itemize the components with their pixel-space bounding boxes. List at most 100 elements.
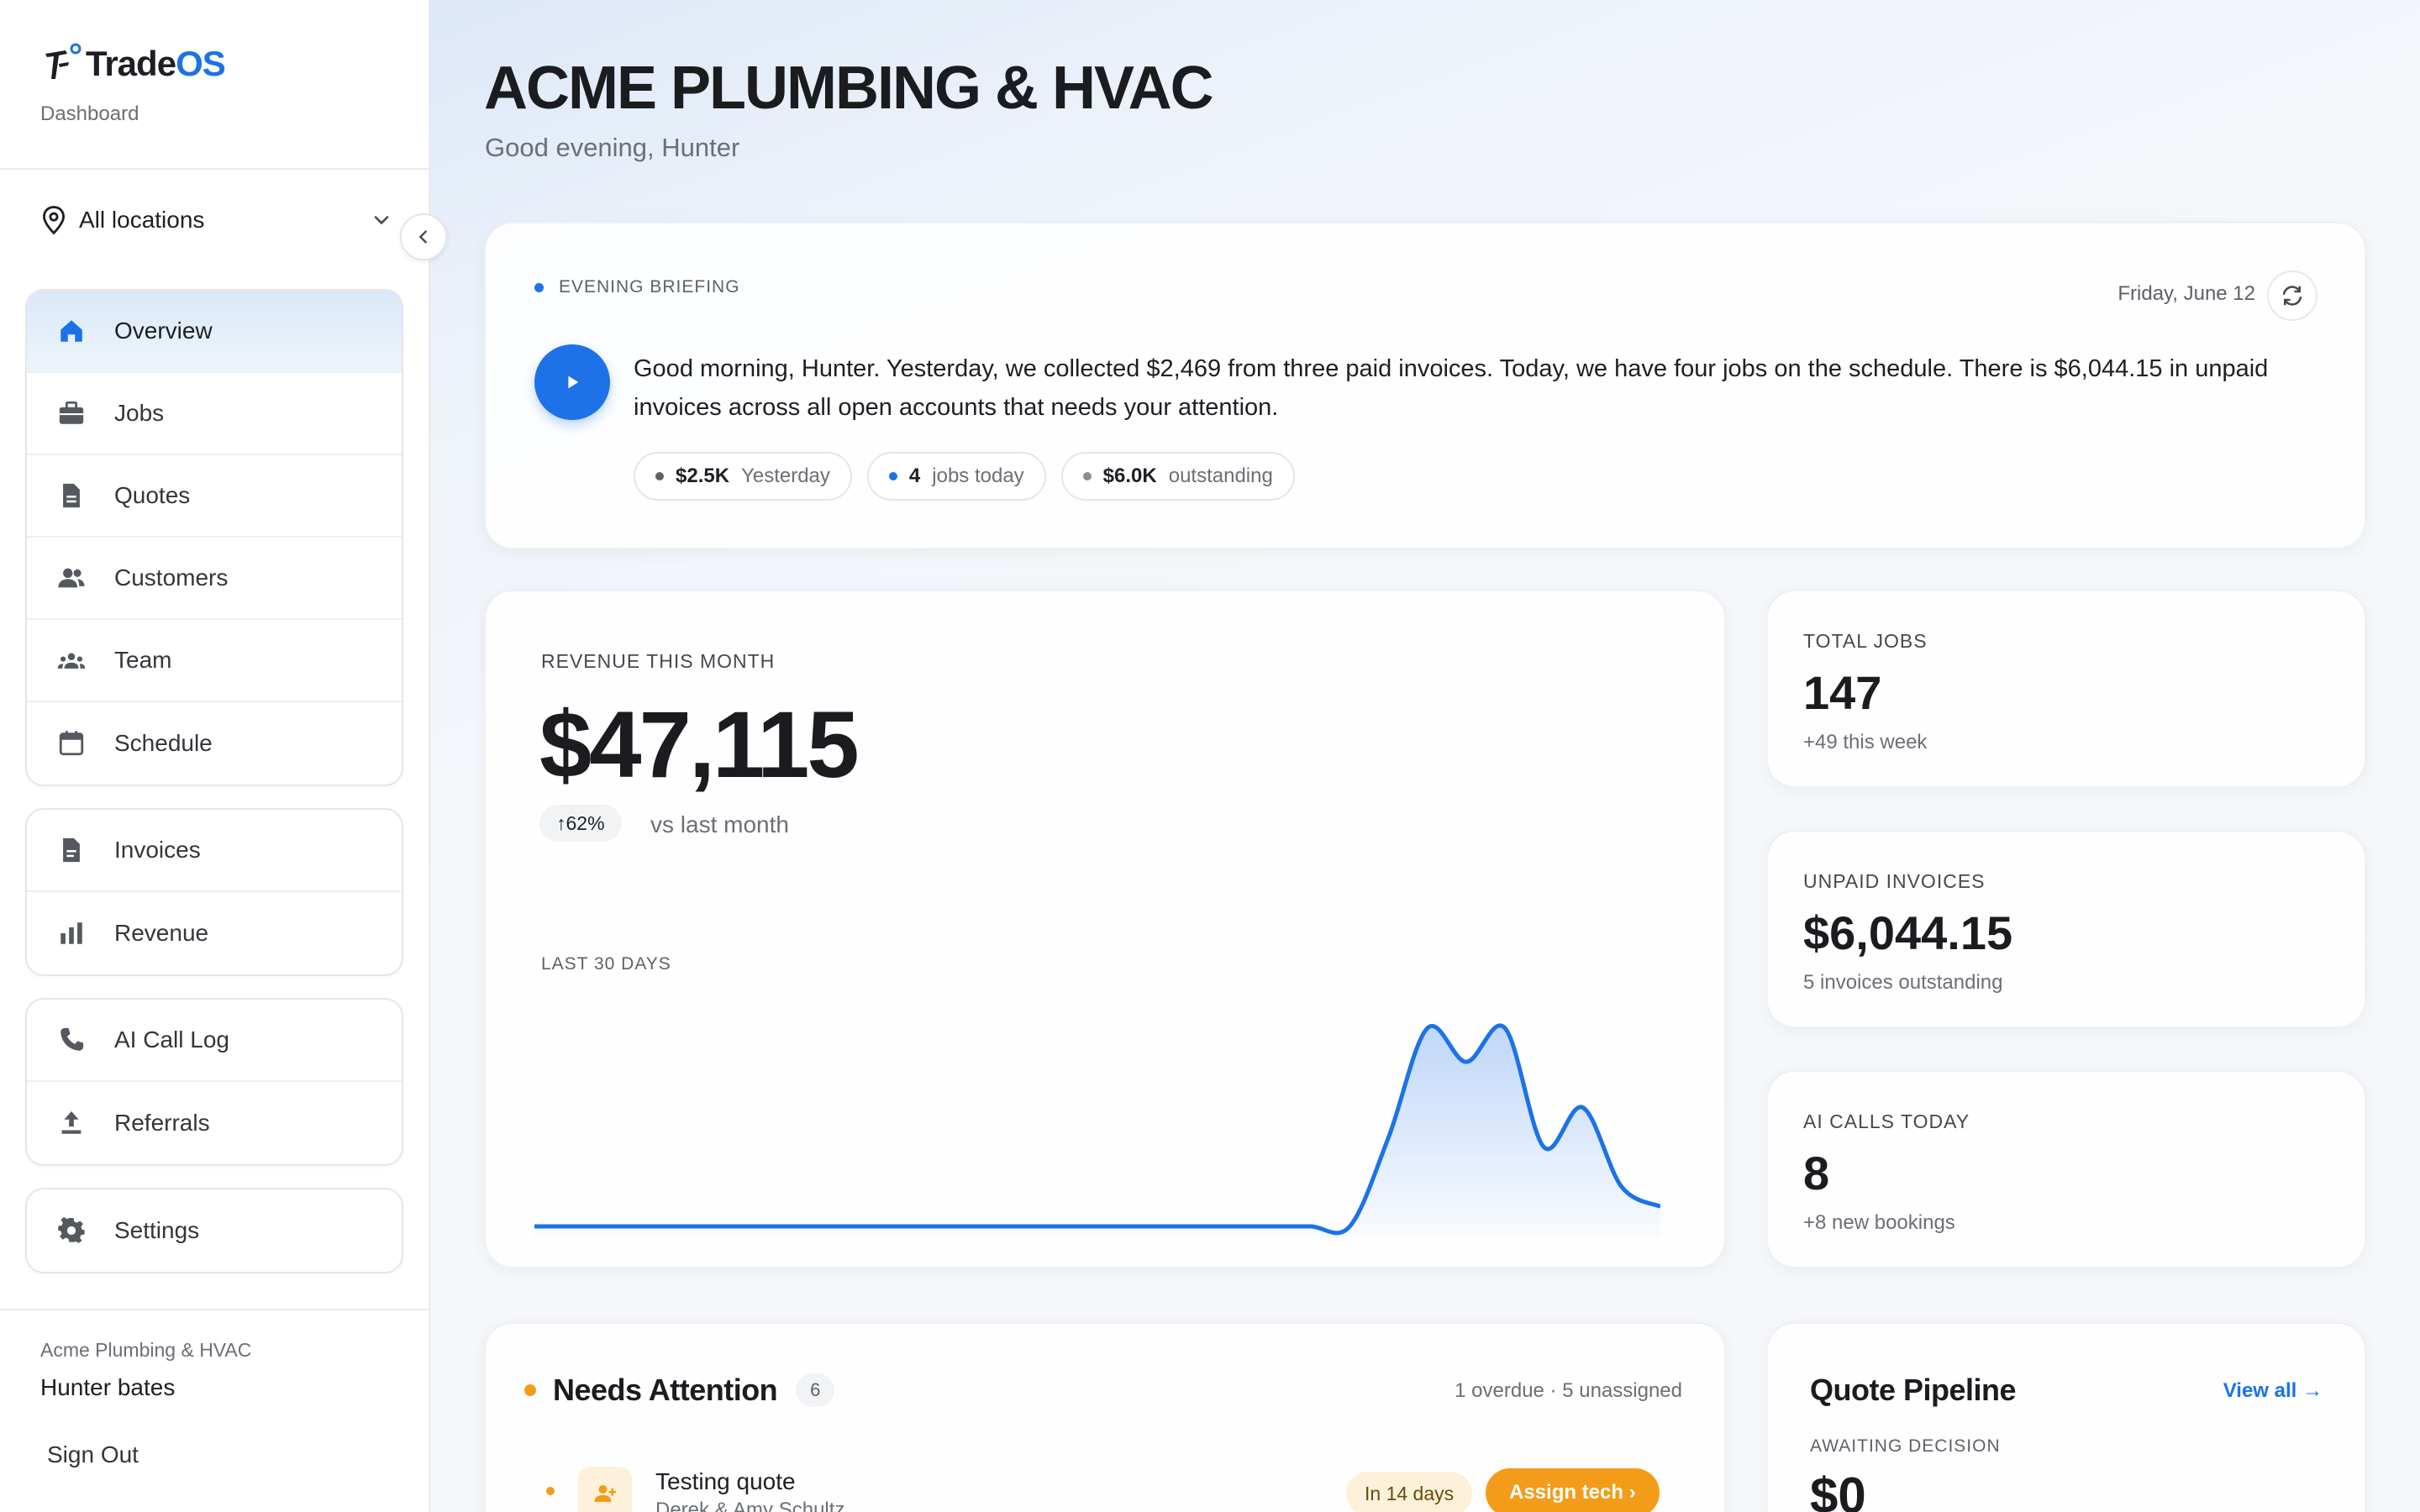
sidebar-item-label: Schedule — [114, 730, 213, 756]
pipeline-value: $0 — [1810, 1467, 1866, 1512]
briefcase-icon — [57, 399, 86, 428]
chip-dot — [655, 472, 664, 480]
stat-value: 8 — [1803, 1147, 1830, 1200]
sidebar-item-label: Overview — [114, 318, 213, 344]
stat-subtext: 5 invoices outstanding — [1803, 971, 2003, 994]
play-icon — [568, 375, 579, 389]
chip-yesterday[interactable]: $2.5K Yesterday — [634, 452, 852, 501]
status-dot — [546, 1487, 555, 1495]
pipeline-label: AWAITING DECISION — [1810, 1436, 2001, 1456]
sidebar-item-label: Settings — [114, 1217, 200, 1243]
divider — [0, 168, 430, 170]
section-title: Quote Pipeline — [1810, 1373, 2017, 1407]
refresh-icon — [2282, 286, 2302, 306]
stat-value: 147 — [1803, 666, 1882, 719]
sidebar-item-label: Invoices — [114, 837, 201, 863]
chevron-left-icon — [418, 230, 427, 244]
sidebar-item-label: Referrals — [114, 1110, 210, 1136]
play-briefing-button[interactable] — [534, 344, 610, 420]
sidebar-item-settings[interactable]: Settings — [27, 1189, 402, 1272]
item-subtitle: Derek & Amy Schultz — [655, 1499, 845, 1512]
gear-icon — [57, 1216, 86, 1245]
sidebar-item-revenue[interactable]: Revenue — [27, 892, 402, 974]
page-title: ACME PLUMBING & HVAC — [484, 55, 1214, 122]
chip-outstanding[interactable]: $6.0K outstanding — [1060, 452, 1295, 501]
nav-group-main: Overview Jobs Quotes Customers Team Sche… — [25, 289, 403, 786]
nav-group-finance: Invoices Revenue — [25, 808, 403, 976]
section-title: Needs Attention — [553, 1373, 778, 1407]
phone-icon — [57, 1026, 86, 1054]
sidebar-item-customers[interactable]: Customers — [27, 538, 402, 620]
revenue-card: REVENUE THIS MONTH $47,115 ↑62% vs last … — [484, 590, 1726, 1268]
sign-out-link[interactable]: Sign Out — [47, 1441, 139, 1468]
needs-attention-card: Needs Attention 6 1 overdue · 5 unassign… — [484, 1322, 1726, 1512]
team-icon — [57, 646, 86, 675]
chip-jobs-today[interactable]: 4 jobs today — [866, 452, 1046, 501]
status-dot — [534, 282, 544, 292]
sidebar-item-team[interactable]: Team — [27, 620, 402, 702]
chart-area — [534, 1025, 1660, 1238]
attention-summary: 1 overdue · 5 unassigned — [1455, 1379, 1682, 1402]
stat-card-total-jobs[interactable]: TOTAL JOBS 147 +49 this week — [1766, 590, 2366, 788]
briefing-date: Friday, June 12 — [2118, 282, 2255, 305]
brand-logo[interactable]: TradeOS — [40, 42, 226, 86]
sidebar-item-invoices[interactable]: Invoices — [27, 810, 402, 892]
sidebar-item-overview[interactable]: Overview — [27, 291, 402, 373]
sidebar-item-label: Customers — [114, 564, 229, 591]
stat-subtext: +8 new bookings — [1803, 1211, 1955, 1234]
location-selector[interactable]: All locations — [40, 202, 393, 239]
collapse-sidebar-button[interactable] — [400, 213, 447, 260]
view-all-link[interactable]: View all → — [2223, 1379, 2323, 1403]
sidebar-item-label: Jobs — [114, 400, 165, 426]
due-badge: In 14 days — [1346, 1472, 1473, 1512]
warning-dot — [524, 1384, 536, 1396]
add-user-icon — [578, 1467, 632, 1512]
stat-card-unpaid-invoices[interactable]: UNPAID INVOICES $6,044.15 5 invoices out… — [1766, 830, 2366, 1028]
nav-group-tools: AI Call Log Referrals — [25, 998, 403, 1166]
stat-value: $6,044.15 — [1803, 906, 2013, 959]
nav-group-settings: Settings — [25, 1188, 403, 1273]
chart-label: LAST 30 DAYS — [541, 954, 671, 974]
sidebar-item-label: Team — [114, 647, 172, 673]
revenue-label: REVENUE THIS MONTH — [541, 650, 776, 672]
count-badge: 6 — [796, 1373, 835, 1407]
brand-name: TradeOS — [86, 44, 226, 83]
sidebar-item-jobs[interactable]: Jobs — [27, 373, 402, 455]
location-label: All locations — [79, 207, 205, 233]
sidebar: TradeOS Dashboard All locations Overview… — [0, 0, 430, 1512]
sidebar-item-referrals[interactable]: Referrals — [27, 1082, 402, 1164]
refresh-button[interactable] — [2267, 270, 2317, 321]
chip-dot — [888, 472, 897, 480]
stat-subtext: +49 this week — [1803, 731, 1928, 753]
chip-dot — [1082, 472, 1092, 480]
brand-section-label: Dashboard — [40, 102, 139, 125]
assign-tech-button[interactable]: Assign tech › — [1486, 1468, 1660, 1512]
briefing-chips: $2.5K Yesterday 4 jobs today $6.0K outstand… — [634, 452, 1295, 501]
divider — [0, 1309, 430, 1310]
map-pin-icon — [43, 206, 65, 235]
upload-icon — [57, 1109, 86, 1137]
revenue-value: $47,115 — [539, 692, 860, 797]
revenue-change-badge: ↑62% — [539, 805, 622, 842]
sidebar-item-quotes[interactable]: Quotes — [27, 455, 402, 538]
calendar-icon — [57, 729, 86, 758]
document-icon — [57, 481, 86, 510]
invoice-icon — [57, 836, 86, 864]
revenue-change-label: vs last month — [650, 811, 789, 837]
sidebar-item-label: AI Call Log — [114, 1026, 229, 1053]
users-icon — [57, 564, 86, 592]
chevron-down-icon — [374, 216, 389, 225]
list-item[interactable]: Testing quote Derek & Amy Schultz In 14 … — [546, 1462, 1664, 1512]
quote-pipeline-card: Quote Pipeline View all → AWAITING DECIS… — [1766, 1322, 2366, 1512]
sidebar-item-label: Quotes — [114, 482, 191, 508]
sidebar-item-ai-call-log[interactable]: AI Call Log — [27, 1000, 402, 1082]
stat-label: TOTAL JOBS — [1803, 630, 1928, 652]
stat-label: AI CALLS TODAY — [1803, 1110, 1970, 1132]
sidebar-item-schedule[interactable]: Schedule — [27, 702, 402, 785]
stat-card-ai-calls[interactable]: AI CALLS TODAY 8 +8 new bookings — [1766, 1070, 2366, 1268]
user-name: Hunter bates — [40, 1374, 176, 1400]
sidebar-item-label: Revenue — [114, 920, 209, 946]
item-title: Testing quote — [655, 1468, 796, 1494]
briefing-card: EVENING BRIEFING Friday, June 12 Good mo… — [484, 222, 2366, 549]
bar-chart-icon — [57, 919, 86, 948]
